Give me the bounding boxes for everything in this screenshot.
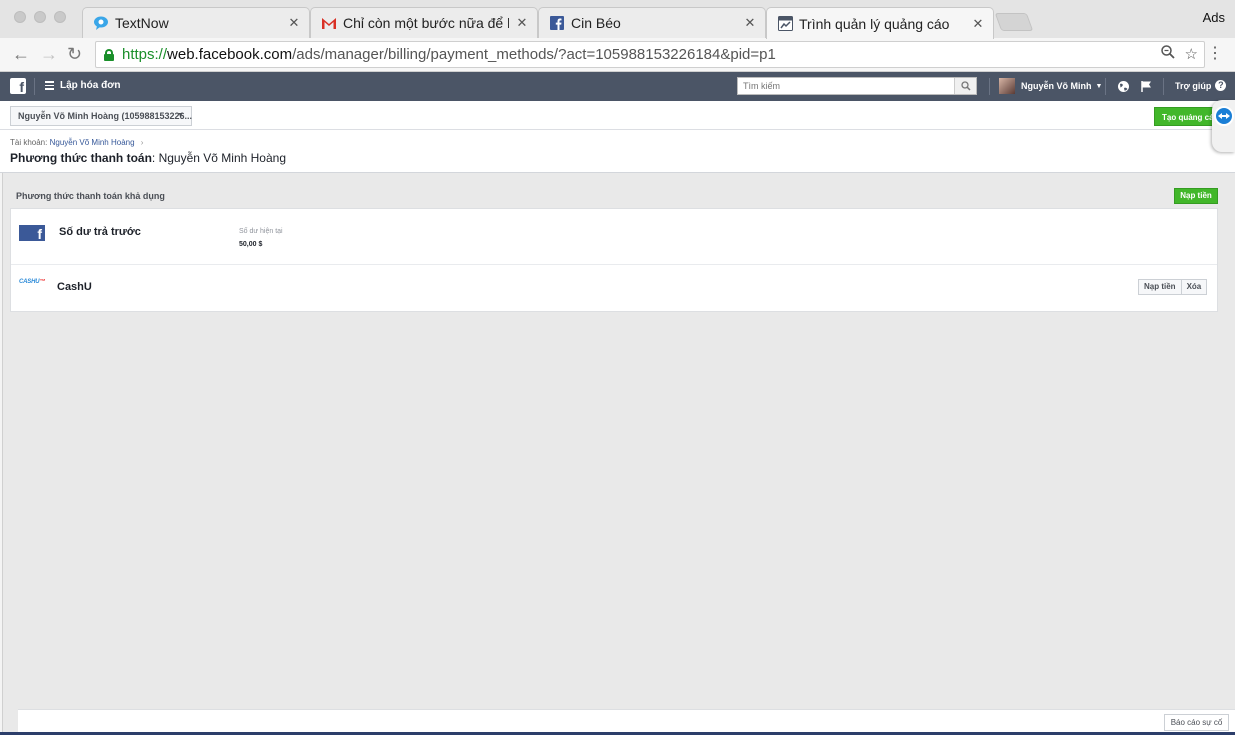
search-input[interactable] — [738, 78, 954, 94]
account-selector[interactable]: Nguyễn Võ Minh Hoàng (105988153226... ▼ — [10, 106, 192, 126]
help-label: Trợ giúp — [1175, 80, 1212, 91]
chevron-down-icon: ▼ — [1095, 82, 1103, 90]
tab-title: Chỉ còn một bước nữa để bắt — [343, 15, 509, 31]
lock-icon — [104, 48, 114, 61]
divider — [1163, 78, 1164, 95]
search-box — [737, 77, 977, 95]
facebook-logo-icon: f — [19, 225, 45, 242]
zoom-icon[interactable] — [1160, 45, 1175, 63]
facebook-icon — [549, 15, 565, 31]
account-bar: Nguyễn Võ Minh Hoàng (105988153226... ▼ — [0, 101, 1235, 130]
tab-close-icon[interactable]: ✕ — [287, 15, 301, 31]
cashu-actions: Nạp tiền Xóa — [1138, 279, 1208, 295]
avatar — [999, 78, 1015, 94]
help-link[interactable]: Trợ giúp ? — [1175, 80, 1227, 91]
browser-tab-textnow[interactable]: TextNow ✕ — [82, 7, 310, 38]
address-bar[interactable]: https://web.facebook.com/ads/manager/bil… — [95, 41, 1205, 68]
forward-arrow-icon[interactable]: → — [40, 44, 58, 64]
textnow-icon — [93, 15, 109, 31]
page-title-rest: : Nguyễn Võ Minh Hoàng — [151, 151, 286, 165]
teamviewer-icon — [1214, 106, 1234, 126]
reload-icon[interactable]: ↻ — [67, 44, 82, 64]
window-zoom-button[interactable] — [54, 11, 66, 23]
browser-menu-icon[interactable]: ⋮ — [1207, 46, 1223, 62]
divider — [989, 78, 990, 95]
page-header: Tài khoản: Nguyễn Võ Minh Hoàng › Phương… — [0, 130, 1235, 173]
url-host: web.facebook.com — [167, 46, 293, 63]
profile-label[interactable]: Ads — [1203, 10, 1225, 25]
payment-methods-panel: f Số dư trả trước Số dư hiện tại 50,00 $… — [10, 208, 1218, 312]
payment-method-name: CashU — [57, 281, 92, 293]
window-close-button[interactable] — [14, 11, 26, 23]
facebook-top-bar: f Lập hóa đơn Nguyễn Võ Minh ▼ Trợ giúp … — [0, 72, 1235, 101]
back-arrow-icon[interactable]: ← — [12, 44, 30, 64]
gmail-icon — [321, 15, 337, 31]
breadcrumb: Tài khoản: Nguyễn Võ Minh Hoàng › — [10, 138, 143, 147]
tab-title: TextNow — [115, 15, 169, 31]
facebook-logo-icon[interactable]: f — [10, 78, 26, 95]
browser-toolbar: ← → ↻ https://web.facebook.com/ads/manag… — [0, 38, 1235, 72]
chevron-down-icon: ▼ — [177, 112, 184, 119]
browser-tab-strip: TextNow ✕ Chỉ còn một bước nữa để bắt ✕ … — [0, 0, 1235, 39]
payment-method-row: CASHU™ CashU Nạp tiền Xóa — [11, 265, 1217, 311]
cashu-logo-mark: ™ — [39, 279, 46, 285]
tab-close-icon[interactable]: ✕ — [515, 15, 529, 31]
window-minimize-button[interactable] — [34, 11, 46, 23]
topup-button[interactable]: Nạp tiền — [1174, 188, 1218, 204]
cashu-delete-button[interactable]: Xóa — [1181, 279, 1208, 295]
cashu-topup-button[interactable]: Nạp tiền — [1138, 279, 1182, 295]
cashu-logo-text: CASHU — [19, 279, 40, 285]
divider — [34, 78, 35, 95]
help-icon: ? — [1215, 80, 1227, 91]
cashu-logo: CASHU™ — [19, 279, 45, 285]
balance-value: 50,00 $ — [239, 241, 263, 248]
tab-close-icon[interactable]: ✕ — [743, 15, 757, 31]
payment-method-name: Số dư trả trước — [59, 226, 141, 238]
url-path: /ads/manager/billing/payment_methods/?ac… — [292, 46, 776, 63]
page-title: Phương thức thanh toán: Nguyễn Võ Minh H… — [10, 151, 286, 165]
search-icon — [960, 81, 971, 91]
browser-tab-ads-manager[interactable]: Trình quản lý quảng cáo ✕ — [766, 7, 994, 39]
report-problem-button[interactable]: Báo cáo sự cố — [1164, 714, 1229, 731]
browser-tab-gmail[interactable]: Chỉ còn một bước nữa để bắt ✕ — [310, 7, 538, 38]
teamviewer-widget[interactable] — [1212, 100, 1235, 152]
tab-title: Trình quản lý quảng cáo — [799, 15, 950, 32]
window-edge — [0, 173, 3, 735]
breadcrumb-account-link[interactable]: Nguyễn Võ Minh Hoàng — [50, 138, 135, 147]
ads-manager-icon — [777, 16, 793, 32]
user-name: Nguyễn Võ Minh — [1021, 81, 1092, 91]
hamburger-menu-icon[interactable] — [45, 81, 54, 90]
user-menu[interactable]: Nguyễn Võ Minh ▼ — [999, 78, 1102, 94]
new-tab-button[interactable] — [994, 13, 1034, 31]
globe-icon[interactable] — [1117, 80, 1130, 93]
page-title-bold: Phương thức thanh toán — [10, 151, 152, 165]
section-heading: Phương thức thanh toán khả dụng — [16, 191, 165, 201]
breadcrumb-prefix: Tài khoản: — [10, 138, 48, 147]
section-title[interactable]: Lập hóa đơn — [60, 80, 120, 91]
account-selector-label: Nguyễn Võ Minh Hoàng (105988153226... — [18, 111, 193, 121]
browser-tab-facebook[interactable]: Cin Béo ✕ — [538, 7, 766, 38]
balance-label: Số dư hiện tại — [239, 228, 283, 235]
bookmark-star-icon[interactable]: ☆ — [1185, 45, 1198, 63]
divider — [1105, 78, 1106, 95]
url-scheme: https:// — [122, 46, 168, 63]
tab-close-icon[interactable]: ✕ — [971, 16, 985, 32]
flag-icon[interactable] — [1140, 80, 1153, 93]
chevron-right-icon: › — [140, 138, 144, 147]
tab-title: Cin Béo — [571, 15, 621, 31]
payment-method-row: f Số dư trả trước Số dư hiện tại 50,00 $ — [11, 209, 1217, 265]
search-button[interactable] — [954, 78, 976, 94]
